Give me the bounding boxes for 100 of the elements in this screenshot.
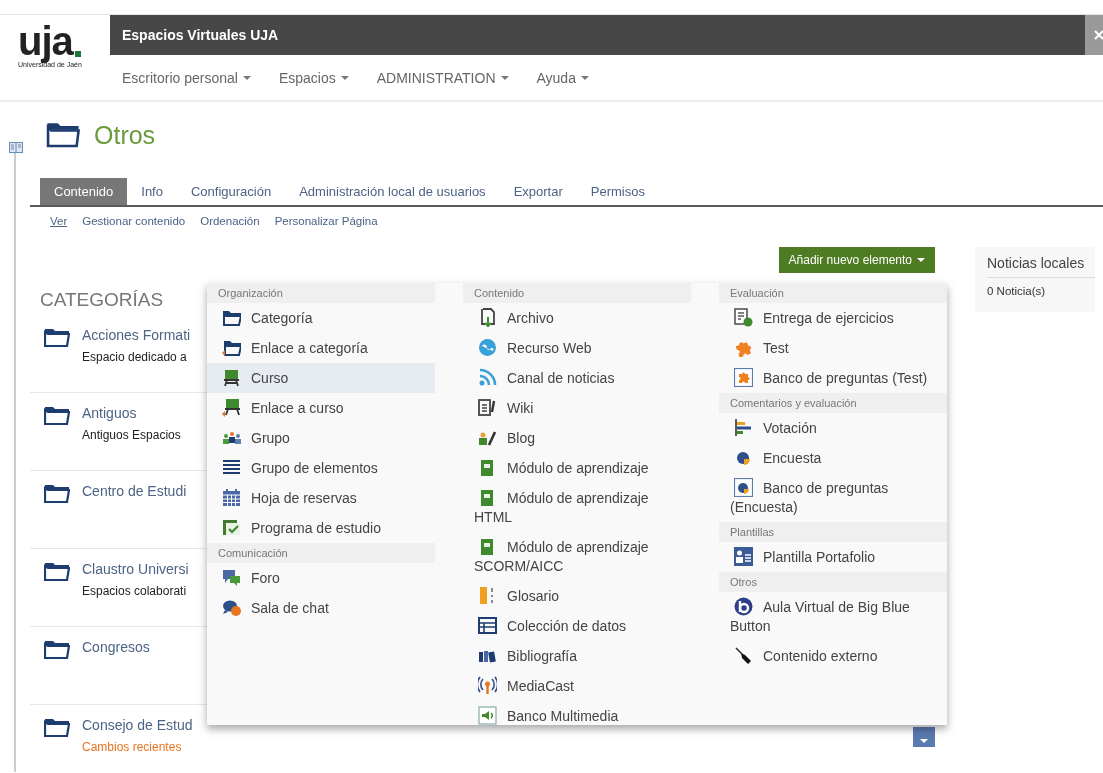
menu-item[interactable]: Recurso Web	[463, 333, 685, 363]
pie-chart-icon	[734, 478, 753, 497]
actions-button[interactable]	[913, 727, 935, 747]
menu-item[interactable]: Glosario	[463, 581, 685, 611]
nav-menu[interactable]: Escritorio personal	[122, 69, 251, 86]
close-icon	[1093, 29, 1103, 41]
menu-item[interactable]: Bibliografía	[463, 641, 685, 671]
subnav-link[interactable]: Gestionar contenido	[82, 215, 186, 227]
folder-icon	[222, 338, 241, 357]
news-count: 0 Noticia(s)	[987, 284, 1047, 297]
page-title: Otros	[94, 120, 156, 150]
globe-icon	[478, 338, 497, 357]
category-link[interactable]: Centro de Estudi	[82, 483, 187, 499]
circle-logo-icon	[734, 597, 753, 616]
file-icon	[478, 308, 497, 327]
folder-icon	[44, 639, 70, 659]
menu-item[interactable]: Módulo de aprendizaje	[463, 453, 685, 483]
category-link[interactable]: Congresos	[82, 639, 150, 655]
clipboard-icon	[734, 308, 753, 327]
menu-section-heading: Contenido	[463, 283, 691, 303]
site-title: Espacios Virtuales UJA	[122, 27, 279, 43]
menu-item[interactable]: Contenido externo	[719, 641, 947, 671]
menu-item[interactable]: Grupo	[207, 423, 435, 453]
list-icon	[222, 458, 241, 477]
menu-section-heading: Comentarios y evaluación	[719, 393, 947, 413]
folder-icon	[44, 561, 70, 581]
close-button[interactable]	[1085, 15, 1103, 55]
speech-bubbles-icon	[222, 568, 241, 587]
easel-icon	[222, 368, 241, 387]
tab[interactable]: Exportar	[499, 178, 577, 205]
menu-item[interactable]: Banco de preguntas (Test)	[719, 363, 947, 393]
sidebar-toggle-icon[interactable]	[9, 142, 23, 153]
menu-item[interactable]: Archivo	[463, 303, 685, 333]
menu-section-heading: Plantillas	[719, 522, 947, 542]
menu-item[interactable]: Foro	[207, 563, 435, 593]
nav-menu[interactable]: Espacios	[278, 69, 349, 86]
menu-item[interactable]: Votación	[719, 413, 947, 443]
subnav-link[interactable]: Ordenación	[200, 215, 260, 227]
tab[interactable]: Contenido	[40, 178, 128, 205]
table-icon	[478, 616, 497, 635]
menu-item[interactable]: Encuesta	[719, 443, 947, 473]
nav-menu[interactable]: ADMINISTRATION	[376, 69, 509, 86]
menu-item[interactable]: Canal de noticias	[463, 363, 685, 393]
menu-item[interactable]: Módulo de aprendizaje HTML	[463, 483, 685, 532]
antenna-icon	[478, 676, 497, 695]
menu-section-heading: Otros	[719, 572, 947, 592]
puzzle-icon	[734, 368, 753, 387]
category-description: Antiguos Espacios	[82, 428, 181, 442]
menu-item[interactable]: Hoja de reservas	[207, 483, 435, 513]
menu-item[interactable]: Curso	[207, 363, 435, 393]
menu-item[interactable]: Enlace a curso	[207, 393, 435, 423]
category-description: Espacios colaborati	[82, 584, 188, 598]
menu-section-heading: Organización	[207, 283, 435, 303]
category-link[interactable]: Antiguos	[82, 405, 181, 421]
menu-item[interactable]: Plantilla Portafolio	[719, 542, 947, 572]
menu-item[interactable]: Test	[719, 333, 947, 363]
subnav-link[interactable]: Ver	[50, 215, 68, 227]
id-card-icon	[734, 547, 753, 566]
category-link[interactable]: Acciones Formati	[82, 327, 191, 343]
rss-icon	[478, 368, 497, 387]
category-description: Espacio dedicado a	[82, 350, 188, 364]
category-link[interactable]: Consejo de Estud	[82, 717, 193, 733]
checklist-icon	[222, 518, 241, 537]
category-link[interactable]: Claustro Universi	[82, 561, 189, 577]
bar-chart-icon	[734, 418, 753, 437]
menu-item[interactable]: Programa de estudio	[207, 513, 435, 543]
plug-icon	[734, 646, 753, 665]
easel-icon	[222, 398, 241, 417]
section-heading: CATEGORÍAS	[40, 289, 164, 310]
menu-item[interactable]: Aula Virtual de Big Blue Button	[719, 592, 947, 641]
folder-icon	[44, 483, 70, 503]
panel-title: Noticias locales	[987, 255, 1095, 278]
menu-item[interactable]: Sala de chat	[207, 593, 435, 623]
menu-item[interactable]: Módulo de aprendizaje SCORM/AICC	[463, 532, 685, 581]
folder-icon	[44, 717, 70, 737]
tab[interactable]: Permisos	[576, 178, 659, 205]
document-icon	[478, 398, 497, 417]
menu-item[interactable]: Blog	[463, 423, 685, 453]
menu-item[interactable]: Categoría	[207, 303, 435, 333]
menu-item[interactable]: Enlace a categoría	[207, 333, 435, 363]
add-element-button[interactable]: Añadir nuevo elemento	[778, 247, 935, 273]
menu-item[interactable]: Banco Multimedia	[463, 701, 685, 731]
menu-item[interactable]: Banco de preguntas (Encuesta)	[719, 473, 947, 522]
folder-icon	[46, 122, 80, 148]
menu-item[interactable]: Grupo de elementos	[207, 453, 435, 483]
chat-icon	[222, 598, 241, 617]
menu-item[interactable]: Wiki	[463, 393, 685, 423]
folder-icon	[44, 405, 70, 425]
nav-menu[interactable]: Ayuda	[536, 69, 589, 86]
folder-icon	[222, 308, 241, 327]
tab[interactable]: Administración local de usuarios	[285, 178, 500, 205]
calendar-icon	[222, 488, 241, 507]
subnav-link[interactable]: Personalizar Página	[274, 215, 378, 227]
tab[interactable]: Info	[127, 178, 177, 205]
tab[interactable]: Configuración	[176, 178, 286, 205]
menu-item[interactable]: Colección de datos	[463, 611, 685, 641]
menu-section-heading: Evaluación	[719, 283, 947, 303]
menu-item[interactable]: Entrega de ejercicios	[719, 303, 947, 333]
folder-icon	[44, 327, 70, 347]
menu-item[interactable]: MediaCast	[463, 671, 685, 701]
